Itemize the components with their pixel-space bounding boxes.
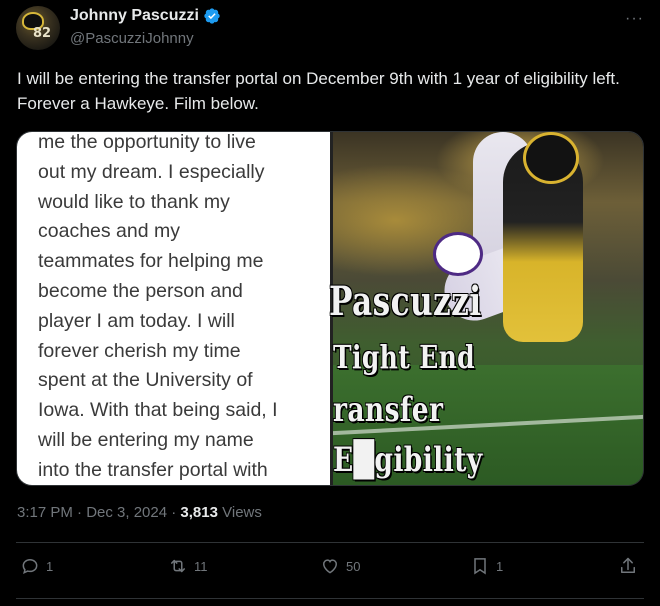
author-name[interactable]: Johnny Pascuzzi — [70, 7, 221, 25]
like-count: 50 — [346, 558, 361, 574]
notes-screenshot: me the opportunity to live out my dream.… — [17, 132, 330, 485]
more-options-icon[interactable]: ··· — [625, 10, 644, 28]
like-button[interactable]: 50 — [320, 556, 360, 576]
views-count: 3,813 — [180, 504, 218, 521]
overlay-line-3: ransfer — [333, 390, 444, 430]
media-attachment[interactable]: me the opportunity to live out my dream.… — [16, 131, 644, 486]
avatar-number: 82 — [33, 26, 52, 41]
heart-icon — [322, 559, 338, 574]
views-label: Views — [217, 504, 262, 521]
retweet-icon — [171, 559, 185, 573]
defender-helmet — [433, 232, 483, 276]
ball-carrier-helmet — [523, 132, 579, 184]
overlay-line-1: Pascuzzi — [329, 278, 482, 325]
overlay-line-2: Tight End — [333, 338, 476, 376]
action-bar: 1 11 50 1 — [0, 556, 660, 586]
author-handle[interactable]: @PascuzziJohnny — [70, 30, 194, 47]
bookmark-button[interactable]: 1 — [470, 556, 503, 576]
timestamp[interactable]: 3:17 PM · Dec 3, 2024 · — [17, 504, 180, 521]
reply-icon — [22, 558, 38, 574]
reply-button[interactable]: 1 — [20, 556, 53, 576]
share-button[interactable] — [618, 556, 638, 576]
divider-bottom — [16, 598, 644, 599]
tweet-text: I will be entering the transfer portal o… — [17, 69, 620, 113]
bookmark-count: 1 — [496, 558, 504, 574]
display-name-text: Johnny Pascuzzi — [70, 7, 199, 24]
overlay-line-4: E█gibility — [333, 440, 483, 480]
retweet-button[interactable]: 11 — [168, 556, 208, 576]
bookmark-icon — [474, 558, 486, 575]
reply-count: 1 — [46, 558, 54, 574]
tweet-meta: 3:17 PM · Dec 3, 2024 · 3,813 Views — [17, 504, 262, 521]
verified-badge-icon — [204, 8, 220, 24]
divider — [16, 542, 644, 543]
avatar[interactable]: 82 — [16, 6, 60, 50]
share-icon — [621, 557, 635, 573]
notes-text: me the opportunity to live out my dream.… — [38, 131, 278, 481]
retweet-count: 11 — [194, 558, 208, 574]
